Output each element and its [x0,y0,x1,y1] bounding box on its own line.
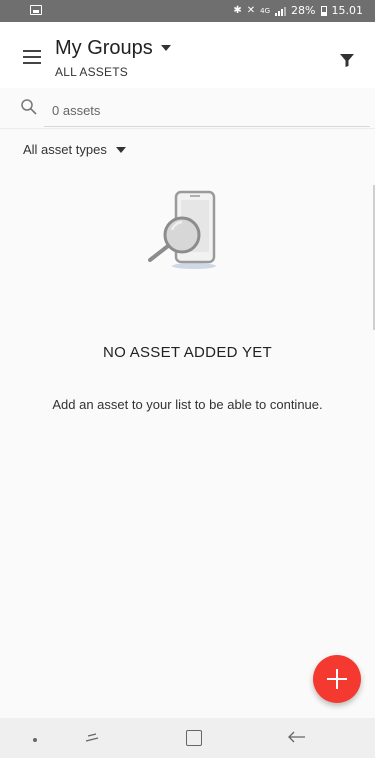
asset-types-dropdown[interactable]: All asset types [23,142,126,157]
home-icon[interactable] [186,730,202,746]
asset-types-label: All asset types [23,142,107,157]
page-subtitle: ALL ASSETS [55,65,128,79]
chevron-down-icon [115,146,126,153]
navigation-bar [0,718,375,758]
empty-state-title: NO ASSET ADDED YET [102,344,273,361]
menu-icon[interactable] [23,50,41,64]
phone-screen: ✱ ✕ 4G 28% 15.01 My Groups ALL ASSETS 0 … [0,0,375,758]
divider [0,128,375,129]
status-bar-right: ✱ ✕ 4G 28% 15.01 [233,4,363,17]
bluetooth-icon: ✱ [233,4,242,16]
recent-apps-icon[interactable] [84,729,100,745]
search-underline [44,126,370,127]
dropdown-caret-icon[interactable] [161,45,171,51]
mute-icon: ✕ [246,4,256,16]
app-bar: My Groups ALL ASSETS [0,22,375,88]
add-asset-button[interactable] [313,655,361,703]
back-icon[interactable] [288,729,306,745]
image-icon [30,5,42,15]
battery-percent: 28% [291,4,316,17]
status-bar: ✱ ✕ 4G 28% 15.01 [0,0,375,22]
signal-icon [275,6,287,16]
search-input[interactable] [44,96,370,124]
search-icon [21,99,37,115]
clock: 15.01 [331,4,364,17]
empty-state-message: Add an asset to your list to be able to … [52,397,323,412]
search-bar [0,88,375,128]
network-icon: 4G [260,6,271,15]
page-title[interactable]: My Groups [55,37,153,60]
dot-icon[interactable] [33,738,37,742]
filter-icon[interactable] [339,52,355,68]
battery-icon [320,5,327,16]
phone-magnifier-icon [148,190,216,269]
